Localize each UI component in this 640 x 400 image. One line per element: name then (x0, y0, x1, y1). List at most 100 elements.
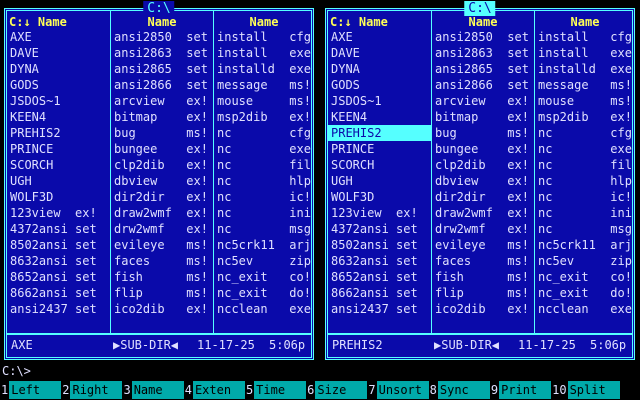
fkey-left[interactable]: 1 Left (0, 380, 62, 400)
fkey-split[interactable]: 10 Split (551, 380, 620, 400)
file-entry[interactable]: nc msg (535, 221, 635, 237)
fkey-unsort[interactable]: 7 Unsort (367, 380, 429, 400)
file-entry[interactable]: clp2dib ex! (432, 157, 534, 173)
file-entry[interactable]: ncclean exe (535, 301, 635, 317)
file-entry[interactable]: JSDOS~1 (328, 93, 431, 109)
file-entry[interactable]: evileye ms! (432, 237, 534, 253)
right-panel[interactable]: C:\ C:↓ Name AXE DAVE DYNA GODS JSDOS~1 KEEN4… (325, 1, 635, 360)
file-entry[interactable]: nc fil (214, 157, 314, 173)
file-entry[interactable]: drw2wmf ex! (111, 221, 213, 237)
file-entry-selected[interactable]: PREHIS2 (328, 125, 431, 141)
file-entry[interactable]: nc exe (214, 141, 314, 157)
fkey-size[interactable]: 6 Size (306, 380, 368, 400)
file-entry[interactable]: nc_exit do! (214, 285, 314, 301)
file-entry[interactable]: nc_exit co! (214, 269, 314, 285)
file-entry[interactable]: installd exe (214, 61, 314, 77)
file-entry[interactable]: DYNA (328, 61, 431, 77)
file-entry[interactable]: 123view ex! (328, 205, 431, 221)
file-entry[interactable]: nc5ev zip (535, 253, 635, 269)
file-entry[interactable]: flip ms! (432, 285, 534, 301)
file-entry[interactable]: nc ic! (535, 189, 635, 205)
file-entry[interactable]: DAVE (328, 45, 431, 61)
file-entry[interactable]: nc5crk11 arj (535, 237, 635, 253)
file-entry[interactable]: bug ms! (111, 125, 213, 141)
file-entry[interactable]: install exe (214, 45, 314, 61)
column-header[interactable]: Name (535, 15, 635, 29)
file-entry[interactable]: UGH (328, 173, 431, 189)
file-entry[interactable]: nc fil (535, 157, 635, 173)
file-entry[interactable]: nc5ev zip (214, 253, 314, 269)
file-entry[interactable]: ansi2437 set (328, 301, 431, 317)
file-entry[interactable]: clp2dib ex! (111, 157, 213, 173)
column-header[interactable]: Name (214, 15, 314, 29)
file-entry[interactable]: 8502ansi set (7, 237, 110, 253)
file-entry[interactable]: SCORCH (7, 157, 110, 173)
fkey-name[interactable]: 3 Name (122, 380, 184, 400)
file-entry[interactable]: ansi2865 set (111, 61, 213, 77)
file-entry[interactable]: GODS (328, 77, 431, 93)
file-entry[interactable]: ansi2865 set (432, 61, 534, 77)
file-entry[interactable]: bug ms! (432, 125, 534, 141)
file-entry[interactable]: msp2dib ex! (214, 109, 314, 125)
file-entry[interactable]: nc_exit do! (535, 285, 635, 301)
file-entry[interactable]: nc ic! (214, 189, 314, 205)
file-entry[interactable]: fish ms! (432, 269, 534, 285)
file-entry[interactable]: draw2wmf ex! (111, 205, 213, 221)
file-entry[interactable]: install cfg (535, 29, 635, 45)
file-entry[interactable]: DAVE (7, 45, 110, 61)
file-entry[interactable]: bitmap ex! (111, 109, 213, 125)
file-entry[interactable]: message ms! (214, 77, 314, 93)
file-entry[interactable]: WOLF3D (328, 189, 431, 205)
file-entry[interactable]: drw2wmf ex! (432, 221, 534, 237)
file-entry[interactable]: dbview ex! (432, 173, 534, 189)
file-entry[interactable]: 8662ansi set (7, 285, 110, 301)
file-entry[interactable]: KEEN4 (7, 109, 110, 125)
file-entry[interactable]: install cfg (214, 29, 314, 45)
file-entry[interactable]: UGH (7, 173, 110, 189)
file-entry[interactable]: 8652ansi set (7, 269, 110, 285)
file-entry[interactable]: ansi2437 set (7, 301, 110, 317)
file-entry[interactable]: 123view ex! (7, 205, 110, 221)
file-entry[interactable]: 8632ansi set (7, 253, 110, 269)
fkey-print[interactable]: 9 Print (489, 380, 552, 400)
file-entry[interactable]: 8652ansi set (328, 269, 431, 285)
file-entry[interactable]: ico2dib ex! (111, 301, 213, 317)
file-entry[interactable]: ansi2850 set (432, 29, 534, 45)
file-entry[interactable]: install exe (535, 45, 635, 61)
column-header[interactable]: C:↓ Name (328, 15, 431, 29)
file-entry[interactable]: ansi2866 set (432, 77, 534, 93)
file-entry[interactable]: ico2dib ex! (432, 301, 534, 317)
file-entry[interactable]: evileye ms! (111, 237, 213, 253)
file-entry[interactable]: nc5crk11 arj (214, 237, 314, 253)
file-entry[interactable]: bungee ex! (432, 141, 534, 157)
file-entry[interactable]: ncclean exe (214, 301, 314, 317)
file-entry[interactable]: 4372ansi set (328, 221, 431, 237)
file-entry[interactable]: message ms! (535, 77, 635, 93)
file-entry[interactable]: draw2wmf ex! (432, 205, 534, 221)
file-entry[interactable]: ansi2866 set (111, 77, 213, 93)
file-entry[interactable]: ansi2850 set (111, 29, 213, 45)
file-entry[interactable]: msp2dib ex! (535, 109, 635, 125)
file-entry[interactable]: nc cfg (214, 125, 314, 141)
file-entry[interactable]: nc_exit co! (535, 269, 635, 285)
file-entry[interactable]: mouse ms! (214, 93, 314, 109)
file-entry[interactable]: PREHIS2 (7, 125, 110, 141)
file-entry[interactable]: ansi2863 set (432, 45, 534, 61)
file-entry[interactable]: arcview ex! (111, 93, 213, 109)
file-entry[interactable]: arcview ex! (432, 93, 534, 109)
file-entry[interactable]: nc msg (214, 221, 314, 237)
file-entry[interactable]: AXE (7, 29, 110, 45)
file-entry[interactable]: bitmap ex! (432, 109, 534, 125)
file-entry[interactable]: dir2dir ex! (432, 189, 534, 205)
file-entry[interactable]: nc hlp (535, 173, 635, 189)
file-entry[interactable]: faces ms! (432, 253, 534, 269)
fkey-exten[interactable]: 4 Exten (183, 380, 245, 400)
file-entry[interactable]: nc exe (535, 141, 635, 157)
file-entry[interactable]: nc ini (214, 205, 314, 221)
fkey-right[interactable]: 2 Right (61, 380, 123, 400)
file-entry[interactable]: SCORCH (328, 157, 431, 173)
file-entry[interactable]: nc cfg (535, 125, 635, 141)
file-entry[interactable]: nc ini (535, 205, 635, 221)
file-entry[interactable]: KEEN4 (328, 109, 431, 125)
file-entry[interactable]: bungee ex! (111, 141, 213, 157)
